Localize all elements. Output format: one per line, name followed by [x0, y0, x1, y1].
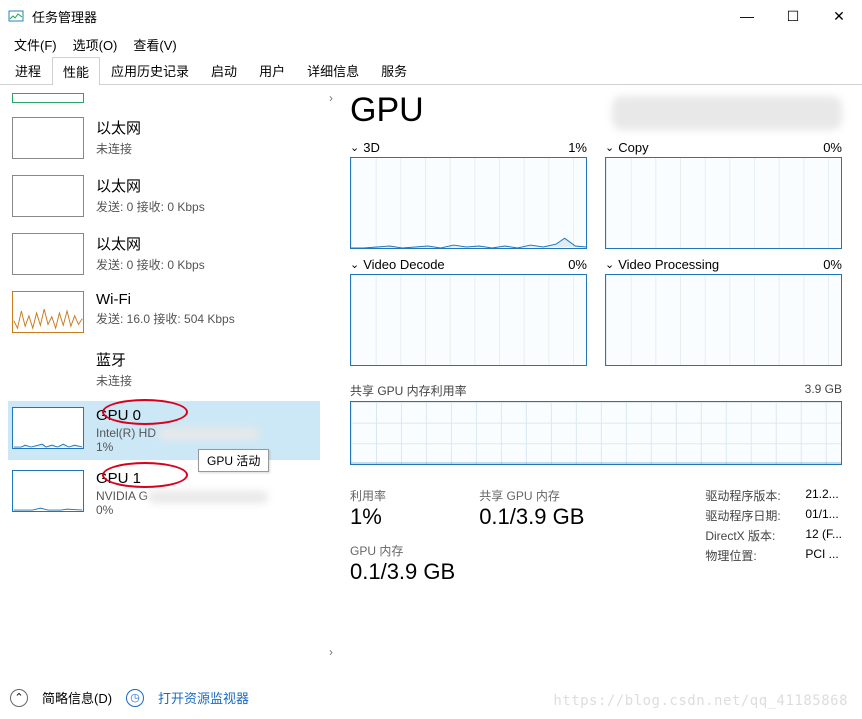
sidebar-item-ethernet-1[interactable]: 以太网 未连接: [8, 111, 320, 165]
fewer-details-icon[interactable]: ⌃: [10, 689, 28, 707]
thumb-icon: [12, 291, 84, 333]
shared-value: 0.1/3.9 GB: [479, 504, 584, 530]
tab-performance[interactable]: 性能: [52, 57, 100, 85]
gpumem-label: GPU 内存: [350, 542, 455, 559]
chevron-down-icon[interactable]: [350, 257, 359, 272]
menubar: 文件(F) 选项(O) 查看(V): [0, 32, 862, 56]
chevron-down-icon[interactable]: [605, 140, 614, 155]
app-icon: [8, 8, 24, 24]
mem-label: 共享 GPU 内存利用率: [350, 382, 467, 399]
menu-view[interactable]: 查看(V): [125, 33, 184, 56]
sidebar[interactable]: 以太网 未连接 以太网 发送: 0 接收: 0 Kbps 以太网 发送: 0 接…: [0, 85, 322, 665]
item-name: GPU 0: [96, 407, 259, 424]
chart-3d[interactable]: 3D 1%: [350, 140, 587, 249]
item-name: Wi-Fi: [96, 291, 235, 308]
item-name: GPU 1: [96, 470, 268, 487]
thumb-icon: [12, 175, 84, 217]
item-sub: 未连接: [96, 372, 132, 389]
tab-processes[interactable]: 进程: [4, 56, 52, 84]
window-title: 任务管理器: [32, 7, 97, 26]
thumb-icon: [12, 470, 84, 512]
close-button[interactable]: ✕: [816, 0, 862, 32]
chevron-down-icon[interactable]: [605, 257, 614, 272]
chart-value: 0%: [823, 257, 842, 272]
page-title: GPU: [350, 91, 424, 130]
item-sub: NVIDIA G: [96, 489, 268, 503]
item-name: 以太网: [96, 117, 141, 138]
resmon-link[interactable]: 打开资源监视器: [158, 688, 249, 707]
sidebar-item-ethernet-2[interactable]: 以太网 发送: 0 接收: 0 Kbps: [8, 169, 320, 223]
util-label: 利用率: [350, 487, 455, 504]
sidebar-item-gpu0[interactable]: GPU 0 Intel(R) HD 1% GPU 活动: [8, 401, 320, 460]
splitter[interactable]: › ›: [322, 85, 340, 665]
sidebar-item-prev[interactable]: [8, 93, 320, 107]
thumb-icon: [12, 117, 84, 159]
chart-copy[interactable]: Copy 0%: [605, 140, 842, 249]
thumb-icon: [12, 349, 84, 391]
tab-app-history[interactable]: 应用历史记录: [100, 56, 200, 84]
item-sub: Intel(R) HD: [96, 426, 259, 440]
sidebar-item-gpu1[interactable]: GPU 1 NVIDIA G 0%: [8, 464, 320, 523]
gpumem-value: 0.1/3.9 GB: [350, 559, 455, 585]
redacted: [612, 96, 842, 130]
shared-gpu-memory-chart[interactable]: 共享 GPU 内存利用率 3.9 GB: [350, 382, 842, 465]
chart-video-processing[interactable]: Video Processing 0%: [605, 257, 842, 366]
watermark: https://blog.csdn.net/qq_41185868: [553, 693, 848, 709]
sidebar-item-wifi[interactable]: Wi-Fi 发送: 16.0 接收: 504 Kbps: [8, 285, 320, 339]
item-sub: 发送: 16.0 接收: 504 Kbps: [96, 310, 235, 327]
footer: ⌃ 简略信息(D) ◷ 打开资源监视器: [10, 688, 249, 707]
thumb-icon: [12, 233, 84, 275]
fewer-details-link[interactable]: 简略信息(D): [42, 688, 112, 707]
chevron-right-icon: ›: [329, 645, 333, 659]
chart-value: 1%: [568, 140, 587, 155]
sidebar-item-bluetooth[interactable]: 蓝牙 未连接: [8, 343, 320, 397]
minimize-button[interactable]: —: [724, 0, 770, 32]
item-sub: 未连接: [96, 140, 141, 157]
menu-options[interactable]: 选项(O): [65, 33, 126, 56]
chart-value: 0%: [568, 257, 587, 272]
item-sub: 发送: 0 接收: 0 Kbps: [96, 256, 205, 273]
mem-max: 3.9 GB: [805, 382, 842, 399]
item-name: 以太网: [96, 175, 205, 196]
tab-services[interactable]: 服务: [370, 56, 418, 84]
chart-video-decode[interactable]: Video Decode 0%: [350, 257, 587, 366]
maximize-button[interactable]: ☐: [770, 0, 816, 32]
thumb-icon: [12, 407, 84, 449]
detail-panel: GPU 3D 1% Copy 0%: [340, 85, 862, 665]
tab-startup[interactable]: 启动: [200, 56, 248, 84]
menu-file[interactable]: 文件(F): [6, 33, 65, 56]
item-sub2: 0%: [96, 503, 268, 517]
item-sub: 发送: 0 接收: 0 Kbps: [96, 198, 205, 215]
shared-label: 共享 GPU 内存: [479, 487, 584, 504]
chart-value: 0%: [823, 140, 842, 155]
util-value: 1%: [350, 504, 455, 530]
chevron-down-icon[interactable]: [350, 140, 359, 155]
sidebar-item-ethernet-3[interactable]: 以太网 发送: 0 接收: 0 Kbps: [8, 227, 320, 281]
resmon-icon[interactable]: ◷: [126, 689, 144, 707]
tabs: 进程 性能 应用历史记录 启动 用户 详细信息 服务: [0, 56, 862, 85]
chevron-right-icon: ›: [329, 91, 333, 105]
titlebar: 任务管理器 — ☐ ✕: [0, 0, 862, 32]
item-name: 以太网: [96, 233, 205, 254]
tab-details[interactable]: 详细信息: [296, 56, 370, 84]
tab-users[interactable]: 用户: [248, 56, 296, 84]
item-name: 蓝牙: [96, 349, 132, 370]
driver-details: 驱动程序版本:21.2... 驱动程序日期:01/1... DirectX 版本…: [705, 487, 842, 585]
